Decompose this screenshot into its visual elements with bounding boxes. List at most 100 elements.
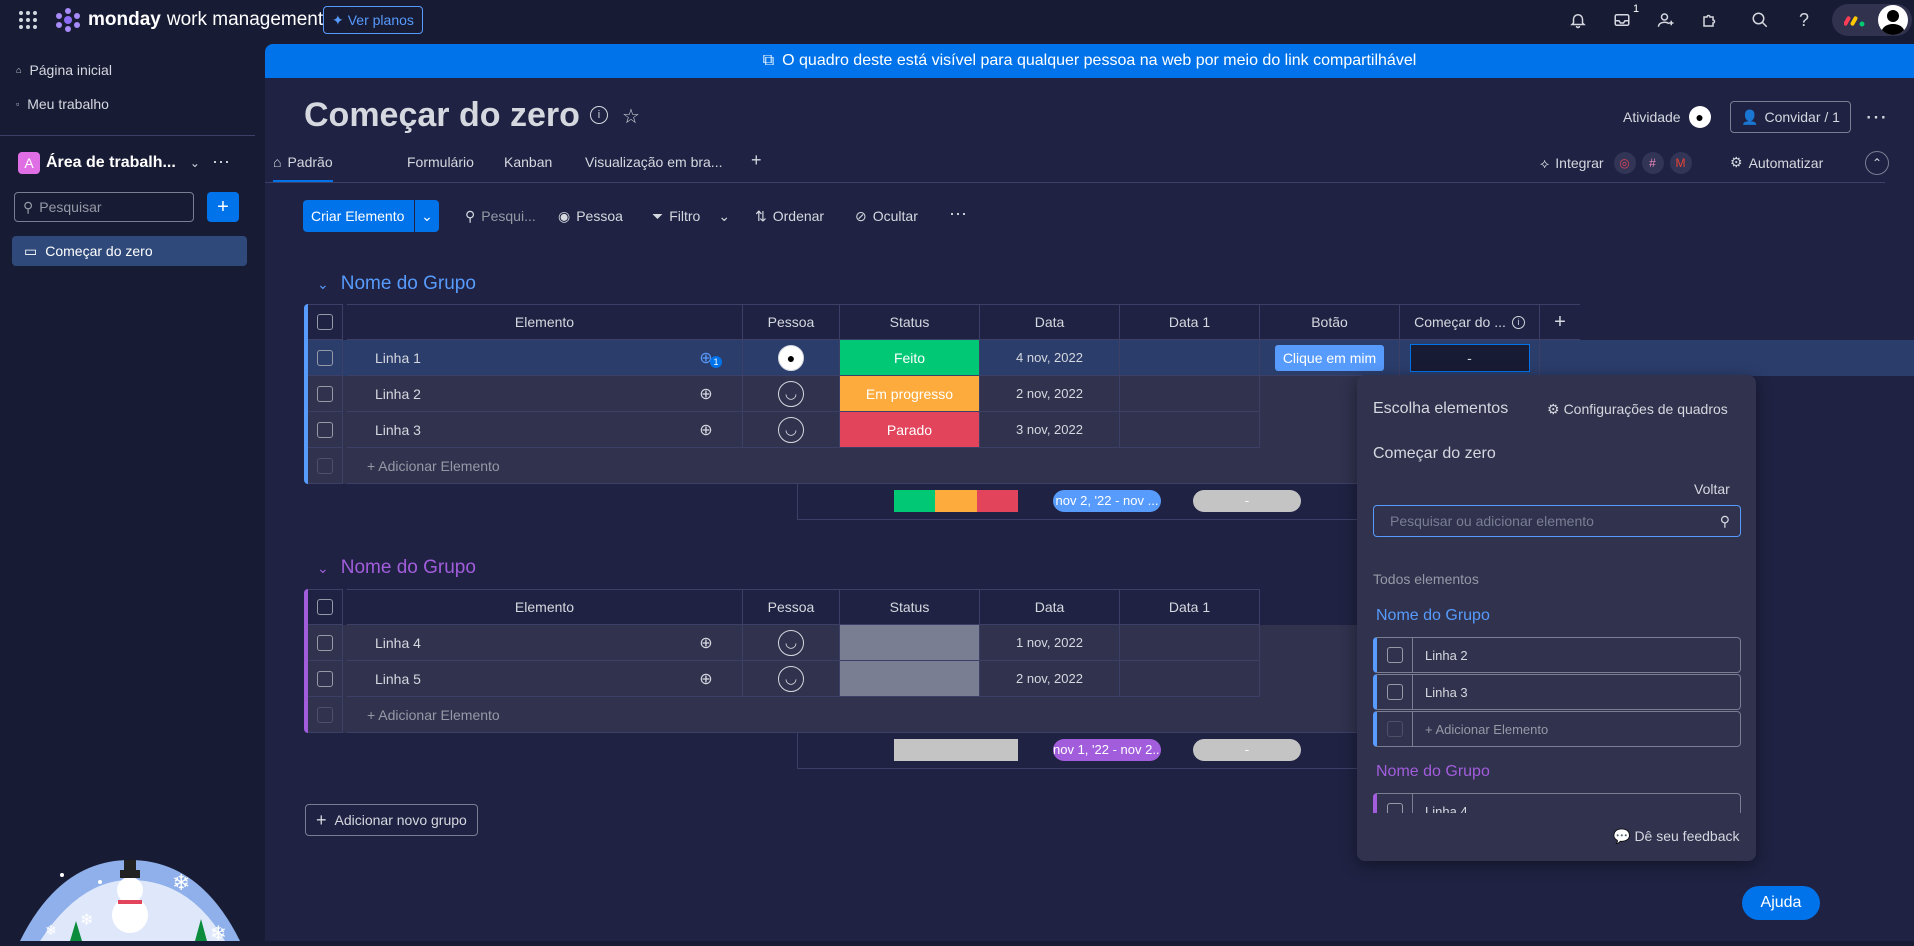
search-icon[interactable] [1748, 8, 1772, 32]
sidebar-item-home[interactable]: ⌂ Página inicial [16, 62, 112, 78]
add-update-icon[interactable]: ⊕ [686, 420, 726, 440]
add-column-icon[interactable]: + [1540, 304, 1580, 340]
element-name-cell[interactable]: Linha 3 ⊕ [347, 412, 743, 448]
row-checkbox[interactable] [308, 376, 343, 412]
date-cell[interactable]: 2 nov, 2022 [980, 661, 1120, 697]
status-cell[interactable]: Parado [840, 412, 980, 448]
integrate-button[interactable]: ⟡ Integrar ◎ # M [1540, 152, 1692, 174]
row-checkbox[interactable] [308, 340, 343, 376]
person-cell[interactable]: ◡ [743, 625, 840, 661]
row-checkbox[interactable] [308, 661, 343, 697]
panel-item[interactable]: Linha 4 [1373, 793, 1741, 813]
tab-kanban[interactable]: Kanban [504, 154, 552, 170]
element-name-cell[interactable]: Linha 1 ⊕ 1 [347, 340, 743, 376]
date1-cell[interactable] [1120, 625, 1260, 661]
add-board-button[interactable]: + [207, 192, 239, 222]
sidebar-item-my-work[interactable]: ▫ Meu trabalho [16, 96, 109, 112]
apps-grid-icon[interactable] [16, 8, 40, 32]
panel-item-checkbox[interactable] [1377, 794, 1413, 813]
invite-members-icon[interactable] [1654, 8, 1678, 32]
column-header-cb[interactable] [308, 589, 343, 625]
status-cell[interactable]: Feito [840, 340, 980, 376]
date1-cell[interactable] [1120, 661, 1260, 697]
info-icon[interactable]: i [1511, 315, 1525, 329]
monday-product-switcher[interactable] [1832, 4, 1912, 36]
user-avatar[interactable] [1878, 5, 1908, 35]
chevron-down-icon: ⌄ [317, 275, 329, 292]
help-button[interactable]: Ajuda [1742, 886, 1820, 920]
notifications-bell-icon[interactable] [1566, 8, 1590, 32]
select-all-checkbox[interactable] [317, 314, 333, 330]
person-filter-button[interactable]: ◉ Pessoa [558, 208, 623, 225]
add-element-row[interactable]: + Adicionar Elemento [347, 448, 1395, 484]
date-cell[interactable]: 3 nov, 2022 [980, 412, 1120, 448]
select-all-checkbox[interactable] [317, 599, 333, 615]
panel-item[interactable]: Linha 3 [1373, 674, 1741, 710]
click-me-button[interactable]: Clique em mim [1274, 344, 1385, 371]
board-title[interactable]: Começar do zero [304, 96, 580, 135]
feedback-button[interactable]: 💬 Dê seu feedback [1613, 828, 1740, 845]
apps-puzzle-icon[interactable] [1698, 8, 1722, 32]
filter-button[interactable]: ⏷ Filtro ⌄ [652, 208, 730, 225]
status-cell[interactable]: Em progresso [840, 376, 980, 412]
person-cell[interactable]: ◡ [743, 412, 840, 448]
tab-chart[interactable]: Visualização em bra... [585, 154, 722, 170]
activity-button[interactable]: Atividade ● [1623, 106, 1711, 128]
sidebar-item-board[interactable]: ▭ Começar do zero [12, 236, 247, 266]
toolbar-search[interactable]: ⚲ Pesqui... [465, 208, 536, 225]
chevron-down-icon[interactable]: ⌄ [414, 200, 439, 232]
person-cell[interactable]: ● [743, 340, 840, 376]
start-cell[interactable]: - [1400, 340, 1540, 376]
sort-button[interactable]: ⇅ Ordenar [755, 208, 824, 225]
see-plans-button[interactable]: ✦ Ver planos [323, 6, 423, 34]
group-header[interactable]: ⌄ Nome do Grupo [317, 557, 476, 579]
help-icon[interactable]: ? [1792, 8, 1816, 32]
panel-search-input[interactable]: Pesquisar ou adicionar elemento ⚲ [1373, 505, 1741, 537]
date-cell[interactable]: 2 nov, 2022 [980, 376, 1120, 412]
monday-logo[interactable]: monday work management [54, 8, 323, 32]
board-settings-button[interactable]: ⚙ Configurações de quadros [1547, 401, 1728, 418]
row-checkbox[interactable] [308, 412, 343, 448]
panel-item-checkbox[interactable] [1377, 675, 1413, 709]
panel-add-item[interactable]: + Adicionar Elemento [1373, 711, 1741, 747]
date1-cell[interactable] [1120, 340, 1260, 376]
row-checkbox[interactable] [308, 625, 343, 661]
back-button[interactable]: Voltar [1694, 481, 1730, 497]
date1-cell[interactable] [1120, 412, 1260, 448]
sidebar-search-input[interactable]: ⚲ Pesquisar [14, 192, 194, 222]
add-update-icon[interactable]: ⊕ 1 [686, 348, 726, 368]
panel-item-checkbox[interactable] [1377, 638, 1413, 672]
automate-button[interactable]: ⚙ Automatizar [1730, 154, 1823, 171]
panel-item[interactable]: Linha 2 [1373, 637, 1741, 673]
tab-form[interactable]: Formulário [407, 154, 474, 170]
element-name-cell[interactable]: Linha 5 ⊕ [347, 661, 743, 697]
toolbar-more-icon[interactable]: ⋯ [949, 204, 967, 225]
star-icon[interactable]: ☆ [622, 104, 640, 129]
add-update-icon[interactable]: ⊕ [686, 384, 726, 404]
add-view-icon[interactable]: + [751, 150, 762, 171]
person-cell[interactable]: ◡ [743, 661, 840, 697]
hide-button[interactable]: ⊘ Ocultar [855, 208, 918, 225]
board-more-icon[interactable]: ⋯ [1865, 104, 1887, 130]
element-name-cell[interactable]: Linha 2 ⊕ [347, 376, 743, 412]
date-cell[interactable]: 1 nov, 2022 [980, 625, 1120, 661]
add-update-icon[interactable]: ⊕ [686, 669, 726, 689]
collapse-header-icon[interactable]: ⌃ [1865, 151, 1889, 175]
workspace-more-icon[interactable]: ⋯ [212, 152, 230, 173]
create-element-button[interactable]: Criar Elemento ⌄ [303, 200, 439, 232]
date-cell[interactable]: 4 nov, 2022 [980, 340, 1120, 376]
person-cell[interactable]: ◡ [743, 376, 840, 412]
group-header[interactable]: ⌄ Nome do Grupo [317, 273, 476, 295]
status-cell[interactable] [840, 661, 980, 697]
add-element-row[interactable]: + Adicionar Elemento [347, 697, 1395, 733]
add-update-icon[interactable]: ⊕ [686, 633, 726, 653]
invite-button[interactable]: 👤 Convidar / 1 [1730, 101, 1851, 133]
tab-default[interactable]: ⌂ Padrão [273, 154, 333, 182]
date1-cell[interactable] [1120, 376, 1260, 412]
status-cell[interactable] [840, 625, 980, 661]
info-icon[interactable]: i [590, 106, 608, 124]
workspace-selector[interactable]: A Área de trabalh... ⌄ [18, 152, 200, 174]
add-group-button[interactable]: + Adicionar novo grupo [305, 804, 478, 836]
column-header-cb[interactable] [308, 304, 343, 340]
element-name-cell[interactable]: Linha 4 ⊕ [347, 625, 743, 661]
